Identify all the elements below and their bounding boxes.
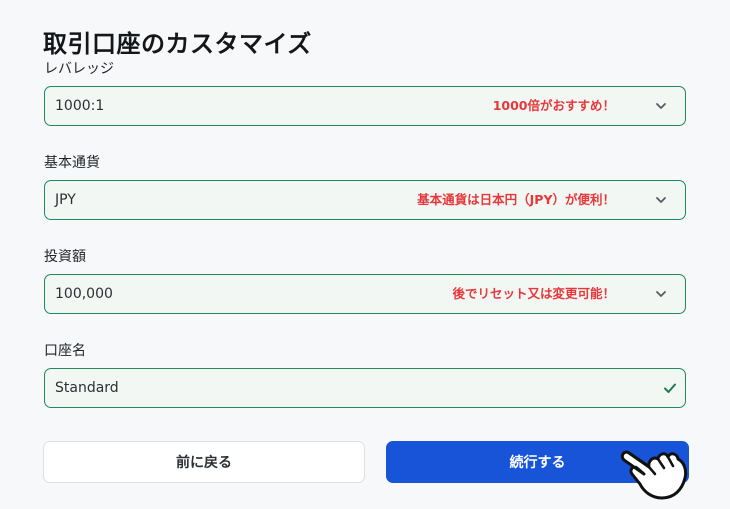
account-name-value: Standard <box>55 380 119 396</box>
investment-select[interactable]: 100,000 後でリセット又は変更可能！ <box>44 274 686 314</box>
investment-value: 100,000 <box>55 286 113 302</box>
currency-label: 基本通貨 <box>44 155 100 171</box>
hand-pointer-icon <box>620 450 688 500</box>
page-title: 取引口座のカスタマイズ <box>43 30 312 58</box>
leverage-value: 1000:1 <box>55 98 105 114</box>
leverage-label: レバレッジ <box>44 61 114 77</box>
chevron-down-icon[interactable] <box>655 288 667 300</box>
currency-note: 基本通貨は日本円（JPY）が便利！ <box>417 192 615 207</box>
investment-note: 後でリセット又は変更可能！ <box>452 286 615 301</box>
account-name-input[interactable]: Standard <box>44 368 686 408</box>
account-name-label: 口座名 <box>44 343 86 359</box>
chevron-down-icon[interactable] <box>655 100 667 112</box>
leverage-note: 1000倍がおすすめ！ <box>492 98 615 113</box>
investment-label: 投資額 <box>44 249 86 265</box>
back-button[interactable]: 前に戻る <box>43 441 365 483</box>
currency-select[interactable]: JPY 基本通貨は日本円（JPY）が便利！ <box>44 180 686 220</box>
chevron-down-icon[interactable] <box>655 194 667 206</box>
currency-value: JPY <box>55 192 76 208</box>
leverage-select[interactable]: 1000:1 1000倍がおすすめ！ <box>44 86 686 126</box>
check-icon <box>664 383 676 393</box>
